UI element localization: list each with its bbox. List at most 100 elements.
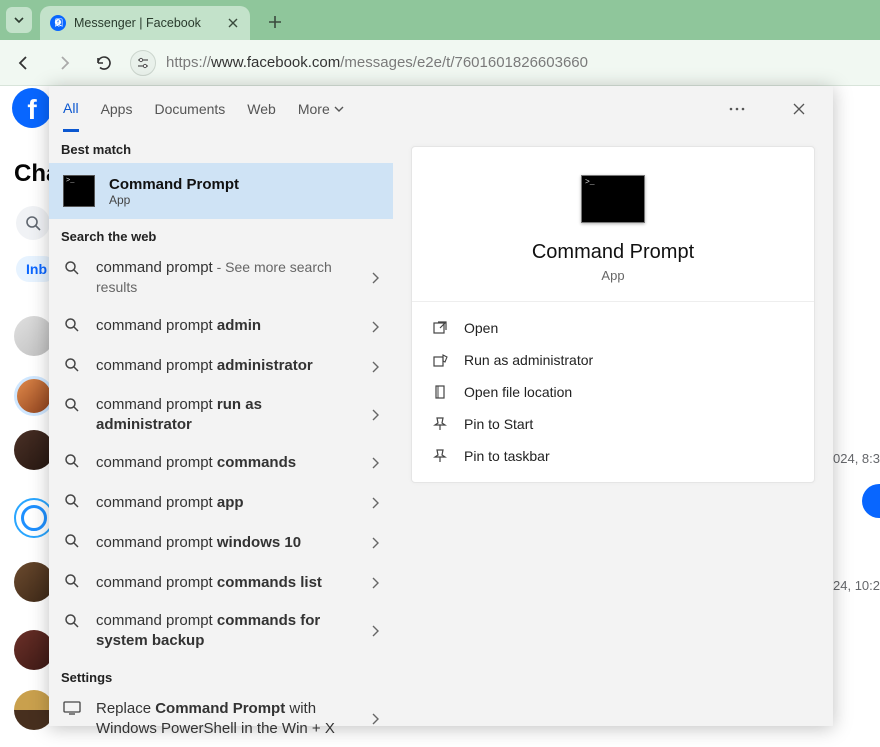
chevron-right-icon [371, 537, 379, 549]
web-result-label: command prompt admin [96, 316, 289, 336]
action-open-file-location[interactable]: Open file location [416, 376, 810, 408]
tab-close-button[interactable] [226, 16, 240, 30]
search-close-button[interactable] [779, 102, 819, 116]
web-result-label: command prompt - See more search results [96, 258, 382, 299]
chevron-right-icon [371, 457, 379, 469]
tune-icon [136, 56, 150, 70]
action-label: Pin to taskbar [464, 448, 550, 464]
search-tab-documents[interactable]: Documents [154, 86, 225, 132]
detail-title: Command Prompt [422, 241, 804, 264]
address-bar[interactable]: https://www.facebook.com/messages/e2e/t/… [130, 50, 870, 76]
search-tab-all[interactable]: All [63, 86, 79, 132]
web-result-row[interactable]: command prompt commands list [49, 563, 393, 603]
chevron-down-icon [13, 14, 25, 26]
chevron-right-icon [371, 577, 379, 589]
chat-timestamp: 2024, 8:3 [826, 451, 880, 466]
search-icon [60, 573, 84, 589]
messenger-search[interactable] [16, 206, 50, 240]
arrow-left-icon [15, 54, 33, 72]
web-result-row[interactable]: command prompt app [49, 483, 393, 523]
chat-avatar[interactable] [14, 376, 54, 416]
action-run-as-admin[interactable]: Run as administrator [416, 344, 810, 376]
chevron-right-icon [371, 321, 379, 333]
chat-avatar[interactable] [14, 498, 54, 538]
search-tab-web[interactable]: Web [247, 86, 276, 132]
new-tab-button[interactable] [262, 9, 288, 35]
search-icon [60, 357, 84, 373]
search-tab-more[interactable]: More [298, 86, 344, 132]
search-results-pane: Best match Command Prompt App Search the… [49, 132, 393, 747]
chevron-right-icon [371, 409, 379, 421]
web-result-row[interactable]: command prompt administrator [49, 347, 393, 387]
close-icon [792, 102, 806, 116]
settings-result-label: Replace Command Prompt with Windows Powe… [96, 699, 382, 740]
action-pin-to-taskbar[interactable]: Pin to taskbar [416, 440, 810, 472]
settings-result-row[interactable]: Replace Command Prompt with Windows Powe… [49, 691, 393, 747]
facebook-logo[interactable]: f [12, 88, 52, 128]
web-result-label: command prompt commands [96, 453, 324, 473]
browser-tab-active[interactable]: Messenger | Facebook [40, 6, 250, 40]
chat-avatar[interactable] [14, 430, 54, 470]
facebook-favicon [50, 15, 66, 31]
web-result-row[interactable]: command prompt admin [49, 307, 393, 347]
action-open[interactable]: Open [416, 312, 810, 344]
command-prompt-icon [63, 175, 95, 207]
web-result-row[interactable]: command prompt commands [49, 443, 393, 483]
action-label: Pin to Start [464, 416, 533, 432]
best-match-title: Command Prompt [109, 176, 239, 193]
arrow-right-icon [55, 54, 73, 72]
web-result-row[interactable]: command prompt windows 10 [49, 523, 393, 563]
close-icon [228, 18, 238, 28]
web-result-label: command prompt app [96, 493, 272, 513]
chevron-down-icon [334, 104, 344, 114]
browser-titlebar: Messenger | Facebook [0, 0, 880, 40]
search-icon [60, 317, 84, 333]
site-info-button[interactable] [130, 50, 156, 76]
action-pin-to-start[interactable]: Pin to Start [416, 408, 810, 440]
detail-card: Command Prompt App Open Run as administr… [411, 146, 815, 483]
search-icon [60, 397, 84, 413]
chat-avatar[interactable] [14, 630, 54, 670]
section-settings: Settings [49, 660, 393, 691]
web-result-label: command prompt windows 10 [96, 533, 329, 553]
reload-icon [95, 54, 113, 72]
search-tabs: All Apps Documents Web More [49, 86, 833, 132]
plus-icon [268, 15, 282, 29]
search-icon [25, 215, 41, 231]
nav-forward-button[interactable] [50, 49, 78, 77]
search-icon [60, 453, 84, 469]
search-detail-pane: Command Prompt App Open Run as administr… [393, 132, 833, 747]
pin-icon [430, 448, 450, 464]
tab-title: Messenger | Facebook [74, 16, 218, 30]
chevron-right-icon [371, 361, 379, 373]
detail-subtitle: App [422, 268, 804, 283]
windows-search-panel: All Apps Documents Web More Best match C… [49, 86, 833, 726]
chat-avatar[interactable] [14, 316, 54, 356]
web-result-row[interactable]: command prompt run as administrator [49, 387, 393, 444]
tabs-dropdown-button[interactable] [6, 7, 32, 33]
shield-icon [430, 352, 450, 368]
chat-avatar[interactable] [14, 562, 54, 602]
chevron-right-icon [371, 272, 379, 284]
nav-reload-button[interactable] [90, 49, 118, 77]
web-result-row[interactable]: command prompt commands for system backu… [49, 603, 393, 660]
best-match-row[interactable]: Command Prompt App [49, 163, 393, 219]
web-result-label: command prompt commands for system backu… [96, 611, 382, 652]
web-result-label: command prompt administrator [96, 356, 341, 376]
browser-toolbar: https://www.facebook.com/messages/e2e/t/… [0, 40, 880, 86]
section-search-web: Search the web [49, 219, 393, 250]
folder-icon [430, 384, 450, 400]
more-horizontal-icon [729, 107, 745, 111]
search-icon [60, 493, 84, 509]
web-result-row[interactable]: command prompt - See more search results [49, 250, 393, 307]
web-result-label: command prompt commands list [96, 573, 350, 593]
nav-back-button[interactable] [10, 49, 38, 77]
chat-avatar[interactable] [14, 690, 54, 730]
search-tab-apps[interactable]: Apps [101, 86, 133, 132]
chevron-right-icon [371, 713, 379, 725]
chevron-right-icon [371, 497, 379, 509]
search-options-button[interactable] [717, 107, 757, 111]
best-match-subtitle: App [109, 193, 239, 207]
section-best-match: Best match [49, 132, 393, 163]
action-label: Open file location [464, 384, 572, 400]
